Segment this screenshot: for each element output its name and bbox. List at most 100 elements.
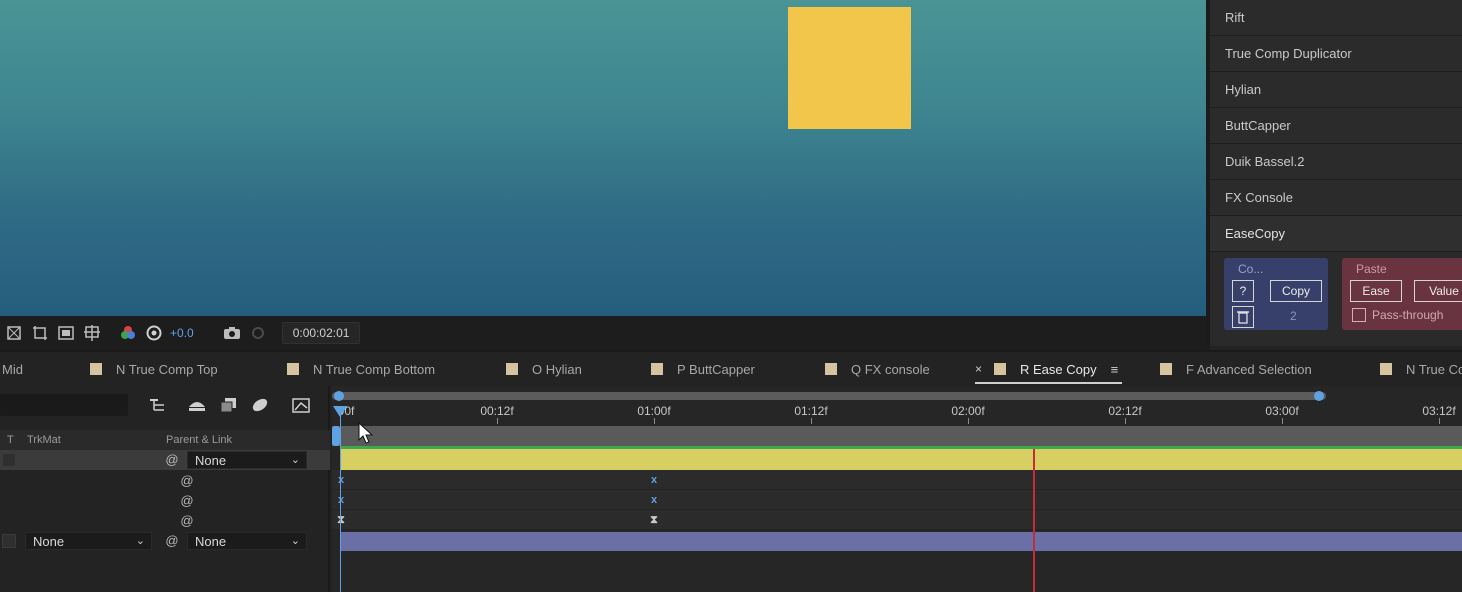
parent-value: None xyxy=(195,533,227,549)
exposure-value[interactable]: +0.0 xyxy=(170,326,194,340)
paste-ease-button[interactable]: Ease xyxy=(1350,280,1402,302)
tick-mark xyxy=(1125,418,1126,424)
pick-whip-icon[interactable]: @ xyxy=(164,532,180,548)
playhead-line[interactable] xyxy=(340,410,341,592)
script-item-buttcapper[interactable]: ButtCapper xyxy=(1210,108,1462,144)
frame-blending-icon[interactable] xyxy=(217,394,241,416)
graph-editor-icon[interactable] xyxy=(289,394,313,416)
region-of-interest-icon[interactable] xyxy=(28,321,52,345)
property-row[interactable]: @ xyxy=(0,510,330,530)
property-row[interactable]: @ xyxy=(0,490,330,510)
pick-whip-icon[interactable]: @ xyxy=(179,512,195,528)
column-trkmat[interactable]: TrkMat xyxy=(27,434,61,446)
work-area-start-handle[interactable] xyxy=(334,391,344,401)
pick-whip-icon[interactable]: @ xyxy=(179,472,195,488)
tab-p-buttcapper[interactable]: P ButtCapper xyxy=(651,352,755,386)
keyframe-track[interactable]: ⧗ ⧗ xyxy=(332,510,1462,530)
checkbox-box[interactable] xyxy=(1352,308,1366,322)
trkmat-slot[interactable] xyxy=(2,453,16,467)
tab-label: P ButtCapper xyxy=(677,361,755,377)
layer-bar-2[interactable] xyxy=(340,532,1462,551)
layer-bar-1[interactable] xyxy=(340,449,1462,470)
tick-label: 01:12f xyxy=(794,404,828,418)
composition-viewer[interactable] xyxy=(0,0,1206,316)
pick-whip-icon[interactable]: @ xyxy=(179,492,195,508)
label-color-swatch xyxy=(1160,363,1172,375)
copy-button[interactable]: Copy xyxy=(1270,280,1322,302)
layer-search-input[interactable] xyxy=(0,394,128,416)
work-area-bar[interactable] xyxy=(332,392,1326,400)
layer-row-2[interactable]: None ⌄ @ None ⌄ xyxy=(0,531,330,551)
tab-label: N True Comp Bottom xyxy=(313,361,436,377)
pass-through-checkbox[interactable]: Pass-through xyxy=(1352,308,1443,322)
parent-value: None xyxy=(195,452,227,468)
comp-marker-strip[interactable] xyxy=(332,426,1462,446)
tab-q-fx-console[interactable]: Q FX console xyxy=(825,352,930,386)
tab-label: Mid xyxy=(2,361,23,377)
layer-switch-box[interactable] xyxy=(2,534,16,548)
script-item-duik-bassel[interactable]: Duik Bassel.2 xyxy=(1210,144,1462,180)
playhead-handle[interactable] xyxy=(333,406,347,417)
script-item-true-comp-duplicator[interactable]: True Comp Duplicator xyxy=(1210,36,1462,72)
tab-n-true-comp[interactable]: N True Co xyxy=(1380,352,1462,386)
property-row[interactable]: @ xyxy=(0,470,330,490)
current-time-display[interactable]: 0:00:02:01 xyxy=(281,322,361,344)
exposure-reset-icon[interactable] xyxy=(142,321,166,345)
paste-value-button[interactable]: Value xyxy=(1414,280,1462,302)
tick-mark xyxy=(1439,418,1440,424)
tick-mark xyxy=(654,418,655,424)
tick-mark xyxy=(811,418,812,424)
panel-menu-icon[interactable]: ≡ xyxy=(1111,362,1119,377)
keyframe-hold-icon[interactable]: ⧗ xyxy=(336,514,346,526)
tab-mid[interactable]: Mid xyxy=(2,352,23,386)
script-item-fx-console[interactable]: FX Console xyxy=(1210,180,1462,216)
mask-visibility-icon[interactable] xyxy=(54,321,78,345)
time-ruler[interactable]: 00f 00:12f 01:00f 01:12f 02:00f 02:12f 0… xyxy=(332,402,1462,426)
script-item-hylian[interactable]: Hylian xyxy=(1210,72,1462,108)
tick-label: 03:12f xyxy=(1422,404,1456,418)
tab-n-true-comp-top[interactable]: N True Comp Top xyxy=(90,352,218,386)
label-color-swatch xyxy=(287,363,299,375)
tab-n-true-comp-bottom[interactable]: N True Comp Bottom xyxy=(287,352,435,386)
column-parent-link[interactable]: Parent & Link xyxy=(166,434,232,446)
keyframe-track[interactable]: x x xyxy=(332,490,1462,510)
close-icon[interactable]: × xyxy=(975,362,982,376)
keyframe-hold-icon[interactable]: ⧗ xyxy=(649,514,659,526)
timeline-panel[interactable]: 00f 00:12f 01:00f 01:12f 02:00f 02:12f 0… xyxy=(332,386,1462,592)
tab-r-ease-copy[interactable]: × R Ease Copy ≡ xyxy=(975,352,1123,386)
help-button[interactable]: ? xyxy=(1232,280,1254,302)
column-t[interactable]: T xyxy=(7,434,14,446)
tab-f-advanced-selection[interactable]: F Advanced Selection xyxy=(1160,352,1312,386)
keyframe-icon[interactable]: x xyxy=(649,474,659,486)
script-item-easecopy[interactable]: EaseCopy xyxy=(1210,216,1462,252)
yellow-square-layer[interactable] xyxy=(788,7,911,129)
draft-3d-icon[interactable] xyxy=(185,394,209,416)
parent-dropdown[interactable]: None ⌄ xyxy=(187,532,307,550)
keyframe-track[interactable]: x x xyxy=(332,470,1462,490)
toggle-transparency-grid-icon[interactable] xyxy=(2,321,26,345)
motion-blur-icon[interactable] xyxy=(248,394,272,416)
show-snapshot-icon[interactable] xyxy=(246,321,270,345)
color-channels-icon[interactable] xyxy=(116,321,140,345)
work-area-end-handle[interactable] xyxy=(1314,391,1324,401)
composition-flowchart-icon[interactable] xyxy=(146,394,170,416)
trkmat-dropdown[interactable]: None ⌄ xyxy=(25,532,152,550)
tick-label: 02:00f xyxy=(951,404,985,418)
tick-label: 02:12f xyxy=(1108,404,1142,418)
parent-dropdown[interactable]: None ⌄ xyxy=(187,451,307,469)
tab-label: R Ease Copy xyxy=(1020,361,1097,377)
trash-button[interactable] xyxy=(1232,306,1254,328)
script-item-rift[interactable]: Rift xyxy=(1210,0,1462,36)
snapshot-camera-icon[interactable] xyxy=(220,321,244,345)
guides-grid-icon[interactable] xyxy=(80,321,104,345)
viewer-toolbar: +0.0 0:00:02:01 xyxy=(0,316,1210,350)
tick-label: 00:12f xyxy=(480,404,514,418)
keyframe-icon[interactable]: x xyxy=(336,474,346,486)
playhead-indicator[interactable] xyxy=(332,426,340,446)
layer-row-1[interactable]: @ None ⌄ xyxy=(0,450,330,470)
label-color-swatch xyxy=(506,363,518,375)
pick-whip-icon[interactable]: @ xyxy=(164,451,180,467)
tab-o-hylian[interactable]: O Hylian xyxy=(506,352,582,386)
keyframe-icon[interactable]: x xyxy=(336,494,346,506)
keyframe-icon[interactable]: x xyxy=(649,494,659,506)
